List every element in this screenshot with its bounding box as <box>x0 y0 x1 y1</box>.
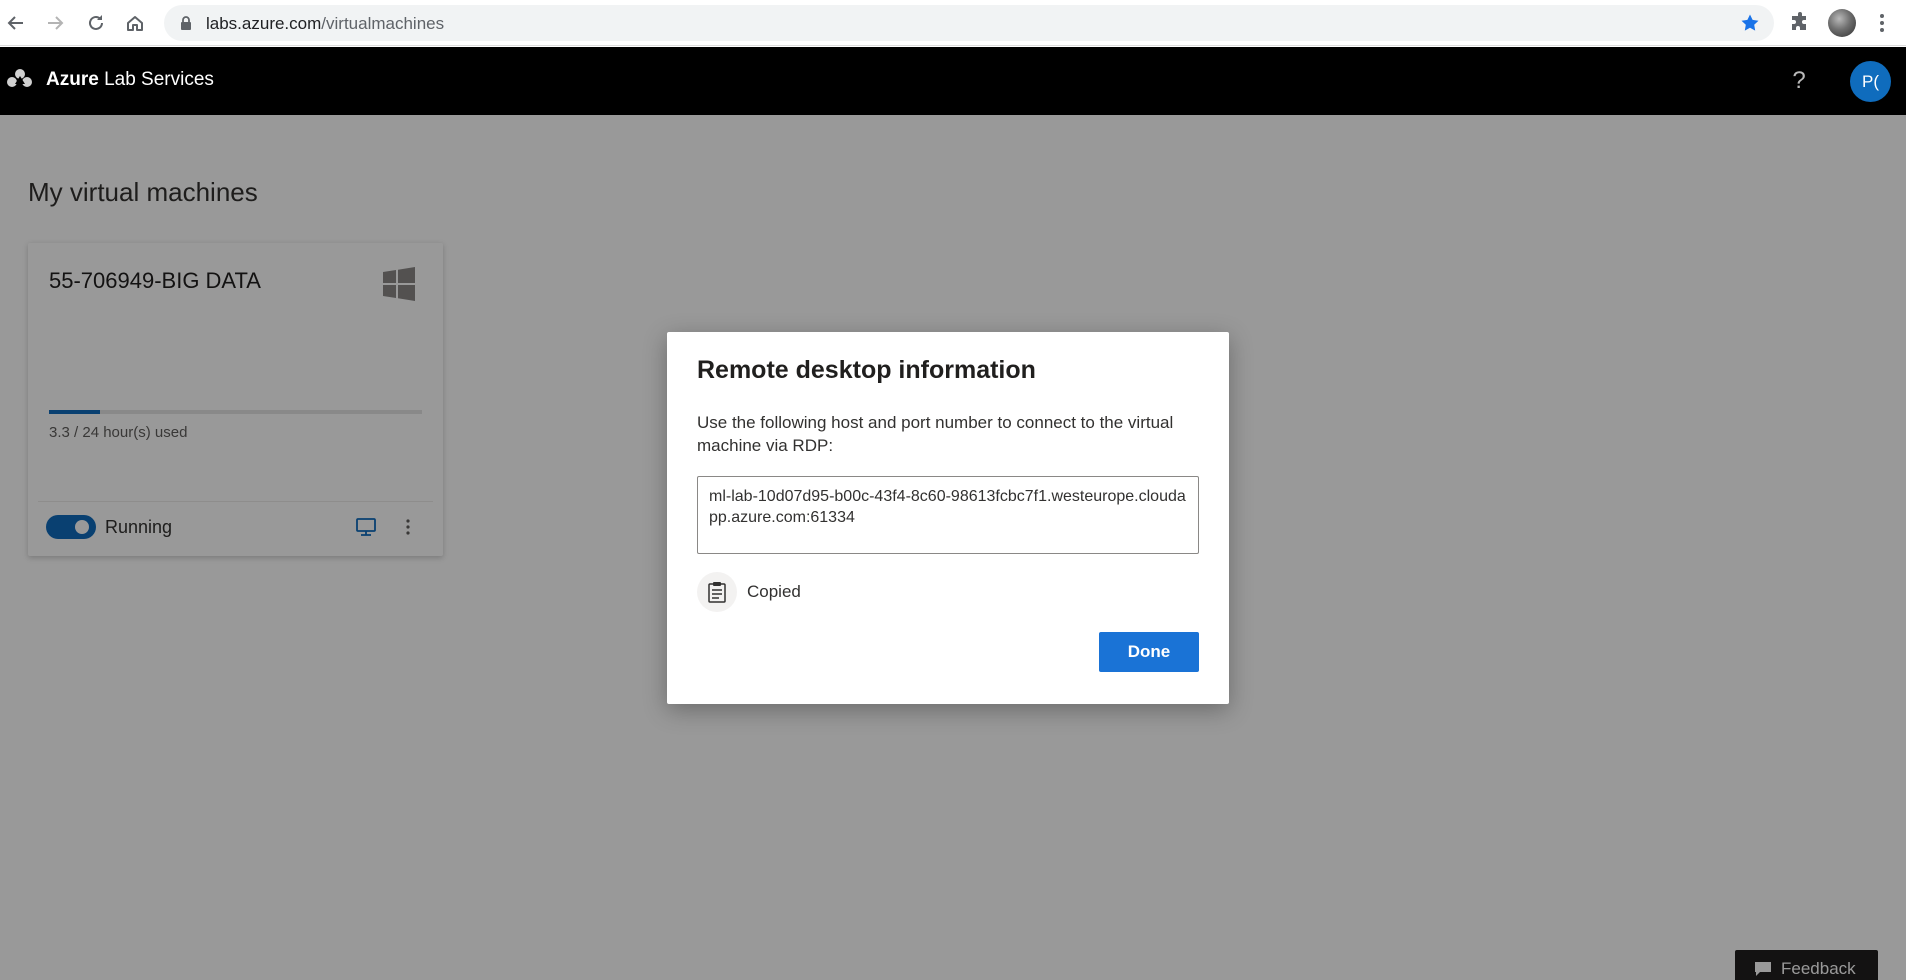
app-header: Azure Lab Services ? P( <box>0 47 1906 115</box>
user-avatar[interactable]: P( <box>1850 61 1891 102</box>
dialog-description: Use the following host and port number t… <box>697 413 1174 455</box>
azure-lab-services-logo-icon <box>7 69 32 87</box>
lock-icon <box>181 16 191 30</box>
url-text: labs.azure.com/virtualmachines <box>206 14 445 33</box>
reload-icon[interactable] <box>82 9 110 37</box>
help-icon[interactable]: ? <box>1785 65 1813 97</box>
copied-status-text: Copied <box>747 582 801 601</box>
remote-desktop-dialog: Remote desktop information Use the follo… <box>667 332 1229 704</box>
back-icon[interactable] <box>2 9 30 37</box>
address-bar[interactable]: labs.azure.com/virtualmachines <box>164 5 1774 41</box>
browser-menu-icon[interactable] <box>1870 11 1894 35</box>
done-button[interactable]: Done <box>1099 632 1199 672</box>
clipboard-icon <box>708 582 726 603</box>
copy-button[interactable] <box>697 572 737 612</box>
browser-toolbar: labs.azure.com/virtualmachines <box>0 0 1906 46</box>
extensions-icon[interactable] <box>1788 11 1812 35</box>
forward-icon[interactable] <box>41 9 69 37</box>
rdp-host-field[interactable]: ml-lab-10d07d95-b00c-43f4-8c60-98613fcbc… <box>697 476 1199 554</box>
browser-profile-avatar[interactable] <box>1828 9 1856 37</box>
app-title[interactable]: Azure Lab Services <box>46 69 214 91</box>
bookmark-star-icon[interactable] <box>1740 13 1760 33</box>
home-icon[interactable] <box>121 9 149 37</box>
dialog-title: Remote desktop information <box>697 356 1036 384</box>
